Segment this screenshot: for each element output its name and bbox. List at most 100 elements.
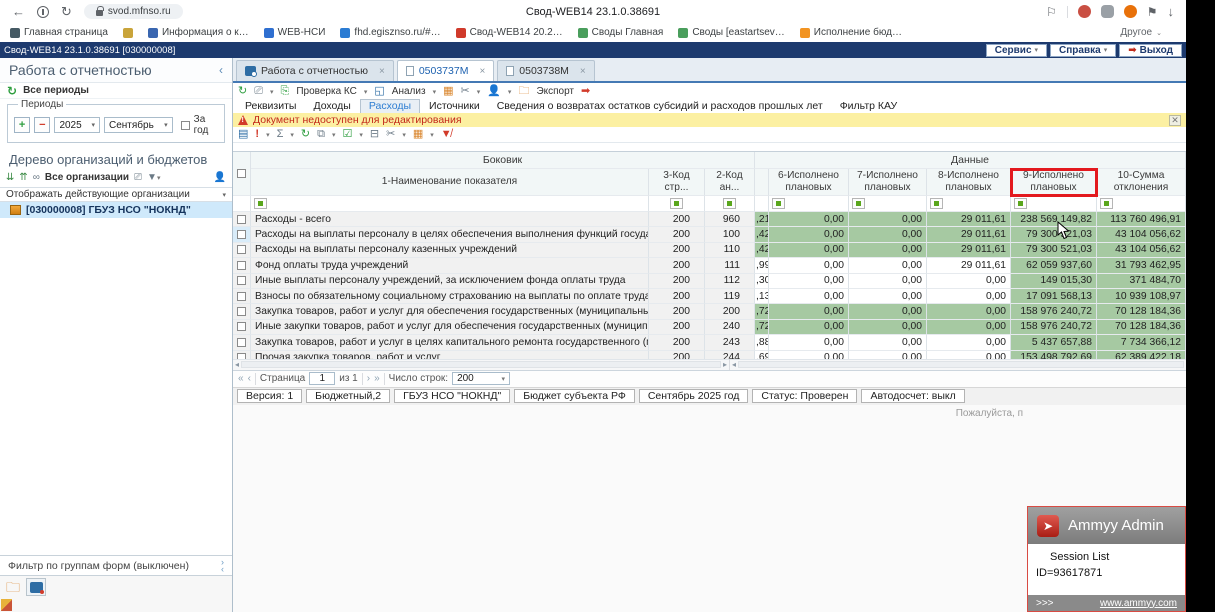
cell-col8[interactable]: 0,00: [927, 304, 1011, 319]
row-checkbox-cell[interactable]: [233, 335, 251, 350]
cell-code-str[interactable]: 200: [649, 335, 705, 350]
cell-col7[interactable]: 0,00: [849, 258, 927, 273]
app-icon-button[interactable]: [26, 578, 46, 596]
cell-col8[interactable]: 29 011,61: [927, 243, 1011, 258]
check-ks-label[interactable]: Проверка КС: [296, 86, 357, 97]
bookmark-item[interactable]: fhd.egisznso.ru/#…: [340, 27, 440, 38]
cell-code-an[interactable]: 110: [705, 243, 755, 258]
cell-code-str[interactable]: 200: [649, 351, 705, 359]
cell-col10[interactable]: 10 939 108,97: [1097, 289, 1186, 304]
circled-icon[interactable]: [37, 6, 49, 18]
bookmark-item[interactable]: Своды Главная: [578, 27, 664, 38]
cell-col7[interactable]: 0,00: [849, 320, 927, 335]
cell-clipped-value[interactable]: ,13: [755, 289, 769, 304]
cell-col8[interactable]: 0,00: [927, 274, 1011, 289]
row-checkbox[interactable]: [237, 276, 246, 285]
scroll-left-icon[interactable]: ◂: [235, 360, 239, 369]
table-view-icon[interactable]: ▦: [413, 129, 423, 140]
binoculars-icon[interactable]: ∞: [33, 173, 40, 183]
rows-count-select[interactable]: 200▾: [452, 372, 510, 385]
service-menu-button[interactable]: Сервис▾: [986, 44, 1047, 57]
bookmark-flag-icon[interactable]: ⚐: [1046, 5, 1057, 19]
row-checkbox-cell[interactable]: [233, 258, 251, 273]
row-checkbox-cell[interactable]: [233, 320, 251, 335]
exit-button[interactable]: ➡Выход: [1119, 44, 1182, 57]
row-checkbox[interactable]: [237, 307, 246, 316]
tools-icon[interactable]: ✂: [460, 86, 469, 97]
cell-col9[interactable]: 153 498 792,69: [1011, 351, 1097, 359]
page-input[interactable]: 1: [309, 372, 335, 385]
cell-col6[interactable]: 0,00: [769, 243, 849, 258]
column-header-6[interactable]: 6-Исполнено плановых: [769, 169, 849, 196]
column-filter-button[interactable]: [772, 198, 785, 209]
select-all-header[interactable]: [233, 152, 251, 196]
tree-item-selected-org[interactable]: [030000008] ГБУЗ НСО "НОКНД": [0, 202, 232, 218]
cell-code-an[interactable]: 112: [705, 274, 755, 289]
row-checkbox[interactable]: [237, 215, 246, 224]
cell-code-str[interactable]: 200: [649, 289, 705, 304]
row-checkbox-cell[interactable]: [233, 227, 251, 242]
cell-col10[interactable]: 31 793 462,95: [1097, 258, 1186, 273]
cell-clipped-value[interactable]: ,42: [755, 243, 769, 258]
cell-code-str[interactable]: 200: [649, 227, 705, 242]
cell-col6[interactable]: 0,00: [769, 304, 849, 319]
close-doc-icon[interactable]: ➡: [581, 86, 590, 97]
cell-col6[interactable]: 0,00: [769, 274, 849, 289]
tab-Работа с отчетностью[interactable]: Работа с отчетностью×: [236, 60, 394, 81]
column-filter-button[interactable]: [723, 198, 736, 209]
all-orgs-label[interactable]: Все организации: [45, 172, 129, 183]
print-icon[interactable]: ⎚: [134, 173, 142, 183]
cell-col10[interactable]: 62 389 422,18: [1097, 351, 1186, 359]
cell-col7[interactable]: 0,00: [849, 212, 927, 227]
bookmark-item[interactable]: Свод-WEB14 20.2…: [456, 27, 563, 38]
next-page-icon[interactable]: ›: [367, 373, 370, 384]
cell-col7[interactable]: 0,00: [849, 243, 927, 258]
scroll-track-left[interactable]: [241, 361, 721, 368]
sum-icon[interactable]: Σ: [277, 129, 284, 140]
cell-col10[interactable]: 43 104 056,62: [1097, 243, 1186, 258]
column-header-code-an[interactable]: 2-Код ан...: [705, 169, 755, 196]
download-icon[interactable]: ↓: [1168, 5, 1175, 18]
row-checkbox[interactable]: [237, 322, 246, 331]
cell-col7[interactable]: 0,00: [849, 335, 927, 350]
user-info-icon[interactable]: 👤: [214, 173, 226, 183]
cell-col8[interactable]: 0,00: [927, 351, 1011, 359]
cell-col10[interactable]: 7 734 366,12: [1097, 335, 1186, 350]
print-doc-icon[interactable]: ⎚: [254, 86, 263, 97]
cell-clipped-value[interactable]: ,30: [755, 274, 769, 289]
cell-clipped-value[interactable]: ,72: [755, 304, 769, 319]
expand-filter-icon[interactable]: ›‹: [221, 559, 224, 573]
cell-col6[interactable]: 0,00: [769, 258, 849, 273]
picture-icon[interactable]: ▦: [443, 86, 453, 97]
cell-code-an[interactable]: 243: [705, 335, 755, 350]
column-filter-button[interactable]: [852, 198, 865, 209]
tab-0503738М[interactable]: 0503738М×: [497, 60, 594, 81]
cell-clipped-value[interactable]: ,42: [755, 227, 769, 242]
cell-name[interactable]: Закупка товаров, работ и услуг в целях к…: [251, 335, 649, 350]
check-ks-icon[interactable]: ⎘: [281, 86, 290, 97]
collapse-tree-icon[interactable]: ⇈: [19, 173, 27, 183]
clear-filter-icon[interactable]: ▼̸: [441, 129, 452, 140]
bookmark-item[interactable]: [123, 28, 133, 38]
cell-name[interactable]: Расходы - всего: [251, 212, 649, 227]
cell-col7[interactable]: 0,00: [849, 351, 927, 359]
cell-col9[interactable]: 158 976 240,72: [1011, 304, 1097, 319]
cell-name[interactable]: Закупка товаров, работ и услуг для обесп…: [251, 304, 649, 319]
cell-col10[interactable]: 43 104 056,62: [1097, 227, 1186, 242]
cell-col10[interactable]: 70 128 184,36: [1097, 320, 1186, 335]
cell-col8[interactable]: 0,00: [927, 335, 1011, 350]
column-header-code-str[interactable]: 3-Код стр...: [649, 169, 705, 196]
help-menu-button[interactable]: Справка▾: [1050, 44, 1116, 57]
section-tab-Доходы[interactable]: Доходы: [305, 100, 358, 113]
row-checkbox[interactable]: [237, 353, 246, 358]
grid-tools-icon[interactable]: ✂: [386, 129, 395, 140]
select-all-checkbox[interactable]: [237, 169, 246, 178]
cell-col7[interactable]: 0,00: [849, 227, 927, 242]
column-header-name[interactable]: 1-Наименование показателя: [251, 169, 649, 196]
cell-name[interactable]: Расходы на выплаты персоналу казенных уч…: [251, 243, 649, 258]
row-checkbox-cell[interactable]: [233, 243, 251, 258]
cell-col6[interactable]: 0,00: [769, 289, 849, 304]
extension-icon[interactable]: [1078, 5, 1091, 18]
remove-period-button[interactable]: −: [34, 117, 50, 133]
cell-name[interactable]: Взносы по обязательному социальному стра…: [251, 289, 649, 304]
